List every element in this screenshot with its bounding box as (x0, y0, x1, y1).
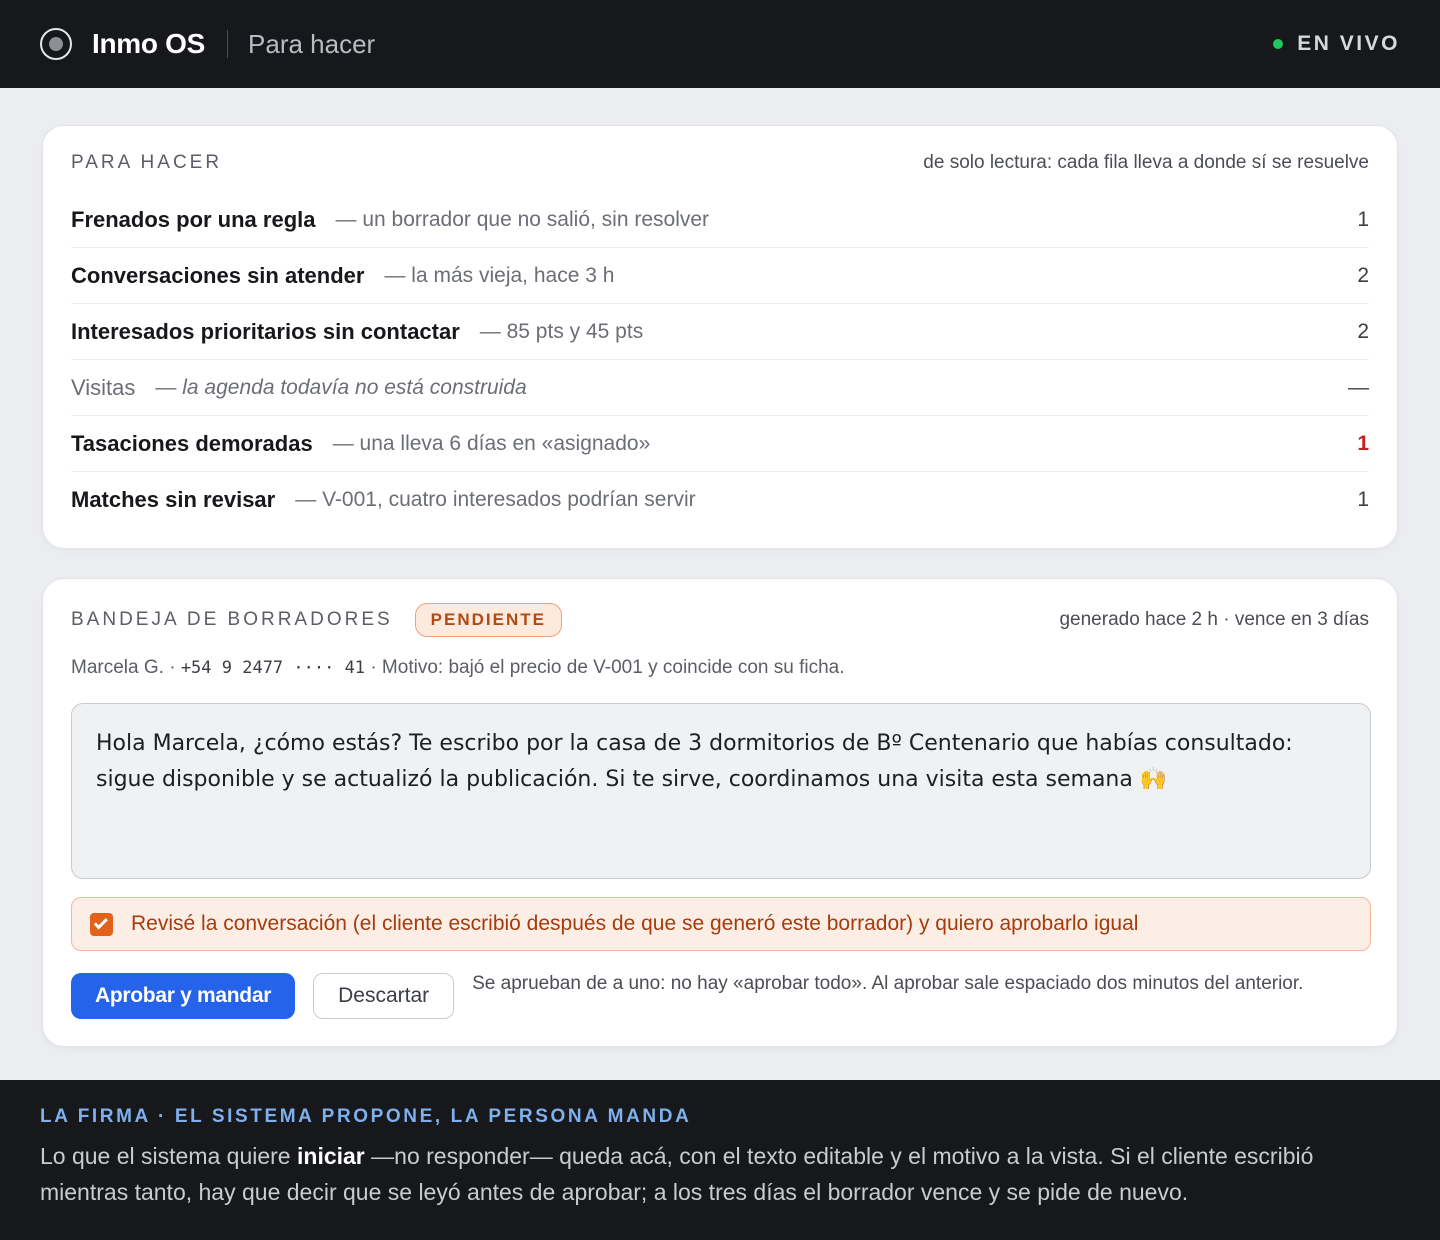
todo-note: de solo lectura: cada fila lleva a donde… (923, 152, 1369, 173)
footer-text: Lo que el sistema quiere iniciar —no res… (40, 1138, 1400, 1210)
todo-row-title: Tasaciones demoradas (71, 430, 313, 456)
todo-row-detail: — V-001, cuatro interesados podrían serv… (295, 488, 696, 511)
todo-row-detail: — 85 pts y 45 pts (479, 319, 644, 343)
footer-explainer: LA FIRMA · EL SISTEMA PROPONE, LA PERSON… (0, 1080, 1440, 1240)
todo-row-count: 2 (1357, 263, 1369, 287)
approve-send-button[interactable]: Aprobar y mandar (71, 973, 296, 1019)
todo-row-title: Frenados por una regla (71, 206, 316, 232)
todo-row-detail: — una lleva 6 días en «asignado» (332, 431, 651, 455)
top-bar: Inmo OS Para hacer EN VIVO (0, 0, 1440, 88)
confirm-checkbox-row[interactable]: Revisé la conversación (el cliente escri… (71, 897, 1371, 951)
todo-row-title: Interesados prioritarios sin contactar (71, 318, 460, 344)
header-divider (227, 30, 229, 58)
todo-row-title: Conversaciones sin atender (71, 262, 365, 288)
logo-icon (40, 28, 72, 60)
checkbox-checked-icon[interactable] (90, 912, 113, 936)
todo-card: PARA HACER de solo lectura: cada fila ll… (42, 125, 1398, 549)
status-badge: PENDIENTE (414, 603, 562, 637)
todo-heading: PARA HACER (71, 152, 223, 173)
todo-row-conversaciones[interactable]: Conversaciones sin atender — la más viej… (71, 248, 1369, 304)
contact-reason: · Motivo: bajó el precio de V-001 y coin… (370, 657, 845, 678)
todo-row-count: 1 (1357, 207, 1369, 231)
actions-note: Se aprueban de a uno: no hay «aprobar to… (472, 973, 1304, 994)
footer-text-start: Lo que el sistema quiere (40, 1143, 297, 1169)
todo-row-detail: — la más vieja, hace 3 h (384, 263, 615, 287)
contact-name: Marcela G. · (71, 657, 176, 678)
draft-actions: Aprobar y mandar Descartar Se aprueban d… (71, 973, 1369, 1019)
todo-row-count: 1 (1357, 488, 1369, 511)
draft-contact-line: Marcela G. · +54 9 2477 ···· 41 · Motivo… (71, 657, 845, 679)
todo-row-visitas: Visitas — la agenda todavía no está cons… (71, 360, 1369, 416)
live-status: EN VIVO (1273, 32, 1400, 56)
todo-row-interesados[interactable]: Interesados prioritarios sin contactar —… (71, 304, 1369, 360)
drafts-heading: BANDEJA DE BORRADORES (71, 609, 393, 630)
footer-text-emphasis: iniciar (297, 1143, 365, 1169)
todo-row-count: 1 (1357, 431, 1369, 455)
todo-row-count: 2 (1357, 319, 1369, 343)
app-brand: Inmo OS (92, 28, 206, 59)
live-dot-icon (1273, 39, 1284, 49)
todo-row-matches[interactable]: Matches sin revisar — V-001, cuatro inte… (71, 472, 1369, 528)
todo-list: Frenados por una regla — un borrador que… (71, 192, 1369, 528)
contact-phone: +54 9 2477 ···· 41 (180, 658, 366, 678)
todo-row-title: Matches sin revisar (71, 487, 276, 512)
drafts-card: BANDEJA DE BORRADORES PENDIENTE generado… (42, 578, 1398, 1047)
todo-row-title: Visitas (71, 374, 136, 400)
discard-button[interactable]: Descartar (313, 973, 455, 1019)
draft-message-editor[interactable]: Hola Marcela, ¿cómo estás? Te escribo po… (71, 703, 1371, 879)
draft-meta: generado hace 2 h · vence en 3 días (1059, 609, 1369, 630)
footer-kicker: LA FIRMA · EL SISTEMA PROPONE, LA PERSON… (40, 1106, 692, 1127)
page-title: Para hacer (248, 28, 376, 59)
todo-row-tasaciones[interactable]: Tasaciones demoradas — una lleva 6 días … (71, 416, 1369, 472)
todo-row-detail: — la agenda todavía no está construida (155, 375, 527, 399)
live-status-label: EN VIVO (1297, 32, 1400, 55)
todo-row-detail: — un borrador que no salió, sin resolver (335, 207, 710, 231)
todo-row-frenados[interactable]: Frenados por una regla — un borrador que… (71, 192, 1369, 248)
confirm-label: Revisé la conversación (el cliente escri… (131, 912, 1139, 935)
todo-row-count: — (1348, 375, 1369, 399)
